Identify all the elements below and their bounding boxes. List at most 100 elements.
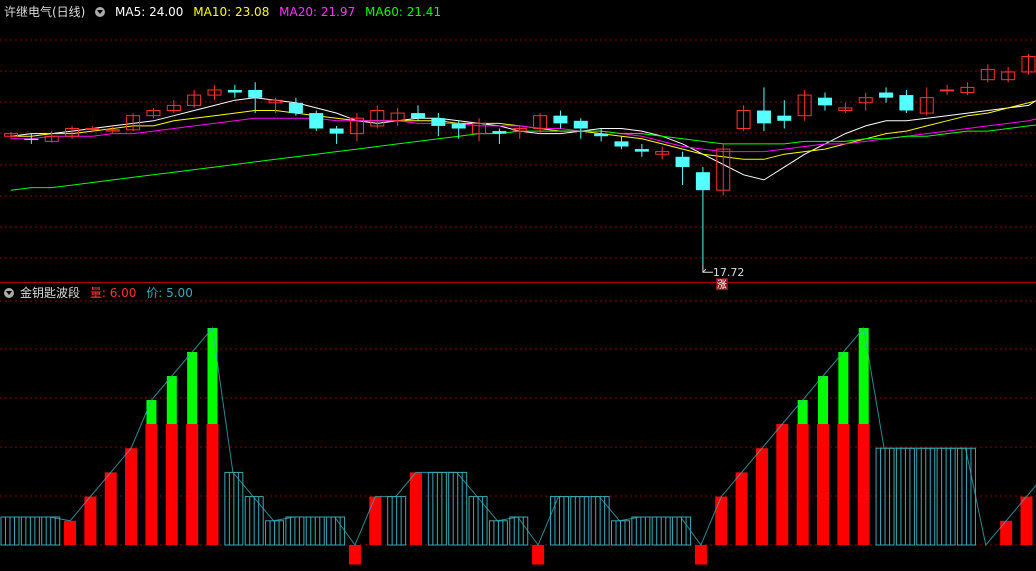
candle: [553, 110, 568, 129]
wave-bar: [348, 545, 361, 565]
wave-bar: [916, 447, 936, 546]
rise-badge-text: 涨: [717, 279, 727, 291]
candle-body: [634, 149, 649, 152]
candle: [797, 89, 812, 121]
wave-bar-red: [125, 448, 138, 545]
wave-bar: [145, 400, 158, 545]
wave-bar-red: [1000, 520, 1013, 545]
indicator-name[interactable]: 金钥匙波段: [20, 286, 80, 300]
candle-body: [940, 89, 955, 92]
low-label: 17.72: [713, 266, 745, 279]
wave-bar-red: [735, 472, 748, 545]
price-label: 价: 5.00: [146, 286, 193, 300]
wave-bar: [125, 448, 138, 545]
wave-bar-green: [838, 352, 849, 424]
wave-bar: [448, 471, 468, 546]
candle-body: [309, 113, 324, 129]
candle-body: [695, 172, 710, 191]
candle-body: [329, 128, 344, 134]
candle: [309, 110, 324, 132]
wave-bar-red: [857, 424, 870, 545]
wave-bar: [509, 516, 529, 546]
wave-bar: [41, 516, 61, 546]
wave-bar: [427, 471, 447, 546]
candle: [207, 84, 222, 101]
candle: [533, 113, 548, 134]
wave-bar-red: [348, 545, 361, 565]
wave-bar: [570, 496, 590, 546]
candle-body: [492, 131, 507, 134]
wave-bar: [285, 516, 305, 546]
wave-bar: [84, 496, 97, 545]
wave-bar-red: [369, 496, 382, 545]
wave-bar-green: [166, 376, 177, 424]
wave-bar: [1020, 496, 1033, 545]
wave-bar: [875, 447, 895, 546]
wave-bar: [468, 496, 488, 546]
wave-bar: [549, 496, 569, 546]
wave-bar: [64, 520, 77, 545]
candle-body: [675, 156, 690, 168]
indicator-header: 金钥匙波段 量: 6.00 价: 5.00: [4, 284, 199, 302]
candle: [573, 118, 588, 139]
wave-trend-line: [9, 326, 1036, 547]
wave-bar-red: [410, 472, 422, 545]
wave-bar-green: [858, 328, 869, 424]
wave-bar: [410, 472, 422, 545]
candle-body: [594, 133, 609, 137]
wave-bar-green: [187, 352, 198, 424]
wave-bar: [1000, 520, 1013, 545]
wave-bar: [895, 447, 915, 546]
wave-bar: [857, 328, 870, 545]
ma5-label: MA5: 24.00: [115, 5, 184, 19]
candle: [451, 120, 466, 139]
wave-bar: [186, 352, 199, 545]
wave-bar: [837, 352, 850, 545]
candle: [248, 82, 263, 114]
wave-bar-red: [206, 424, 219, 545]
candle: [655, 146, 670, 160]
wave-bar-red: [165, 424, 178, 545]
candle: [126, 113, 141, 132]
wave-bar-green: [207, 328, 218, 424]
candle-body: [899, 95, 914, 111]
candle: [777, 100, 792, 129]
candle: [594, 128, 609, 142]
collapse-icon[interactable]: [95, 7, 106, 17]
wave-bar-red: [796, 424, 809, 545]
wave-bar: [796, 400, 809, 545]
wave-bar: [651, 516, 671, 546]
wave-bar-green: [818, 376, 828, 424]
wave-bar: [488, 520, 508, 546]
candle: [736, 105, 751, 132]
collapse-icon[interactable]: [4, 288, 14, 298]
candle-body: [573, 120, 588, 129]
candle-body: [553, 115, 568, 124]
candle: [227, 84, 242, 98]
wave-bar-red: [532, 545, 545, 565]
wave-bar-red: [186, 424, 199, 545]
wave-bar: [305, 516, 325, 546]
wave-bar: [956, 447, 976, 546]
candle-body: [85, 128, 100, 131]
stock-name[interactable]: 许继电气(日线): [4, 5, 85, 19]
candle-body: [614, 141, 629, 147]
candle: [1001, 66, 1016, 83]
ma60-label: MA60: 21.41: [365, 5, 442, 19]
candle: [818, 92, 832, 111]
candle: [166, 100, 181, 114]
wave-bar: [326, 516, 346, 546]
candle: [960, 82, 975, 96]
candle: [879, 87, 894, 103]
wave-bar: [0, 516, 20, 546]
candle-body: [248, 89, 263, 98]
wave-bar: [715, 496, 728, 545]
candle-body: [24, 138, 39, 141]
wave-bar: [817, 376, 829, 545]
candle: [472, 118, 487, 142]
candle: [838, 102, 853, 114]
wave-bar: [244, 496, 264, 546]
wave-bar: [936, 447, 956, 546]
candle-body: [818, 97, 832, 106]
wave-bar: [672, 516, 692, 546]
